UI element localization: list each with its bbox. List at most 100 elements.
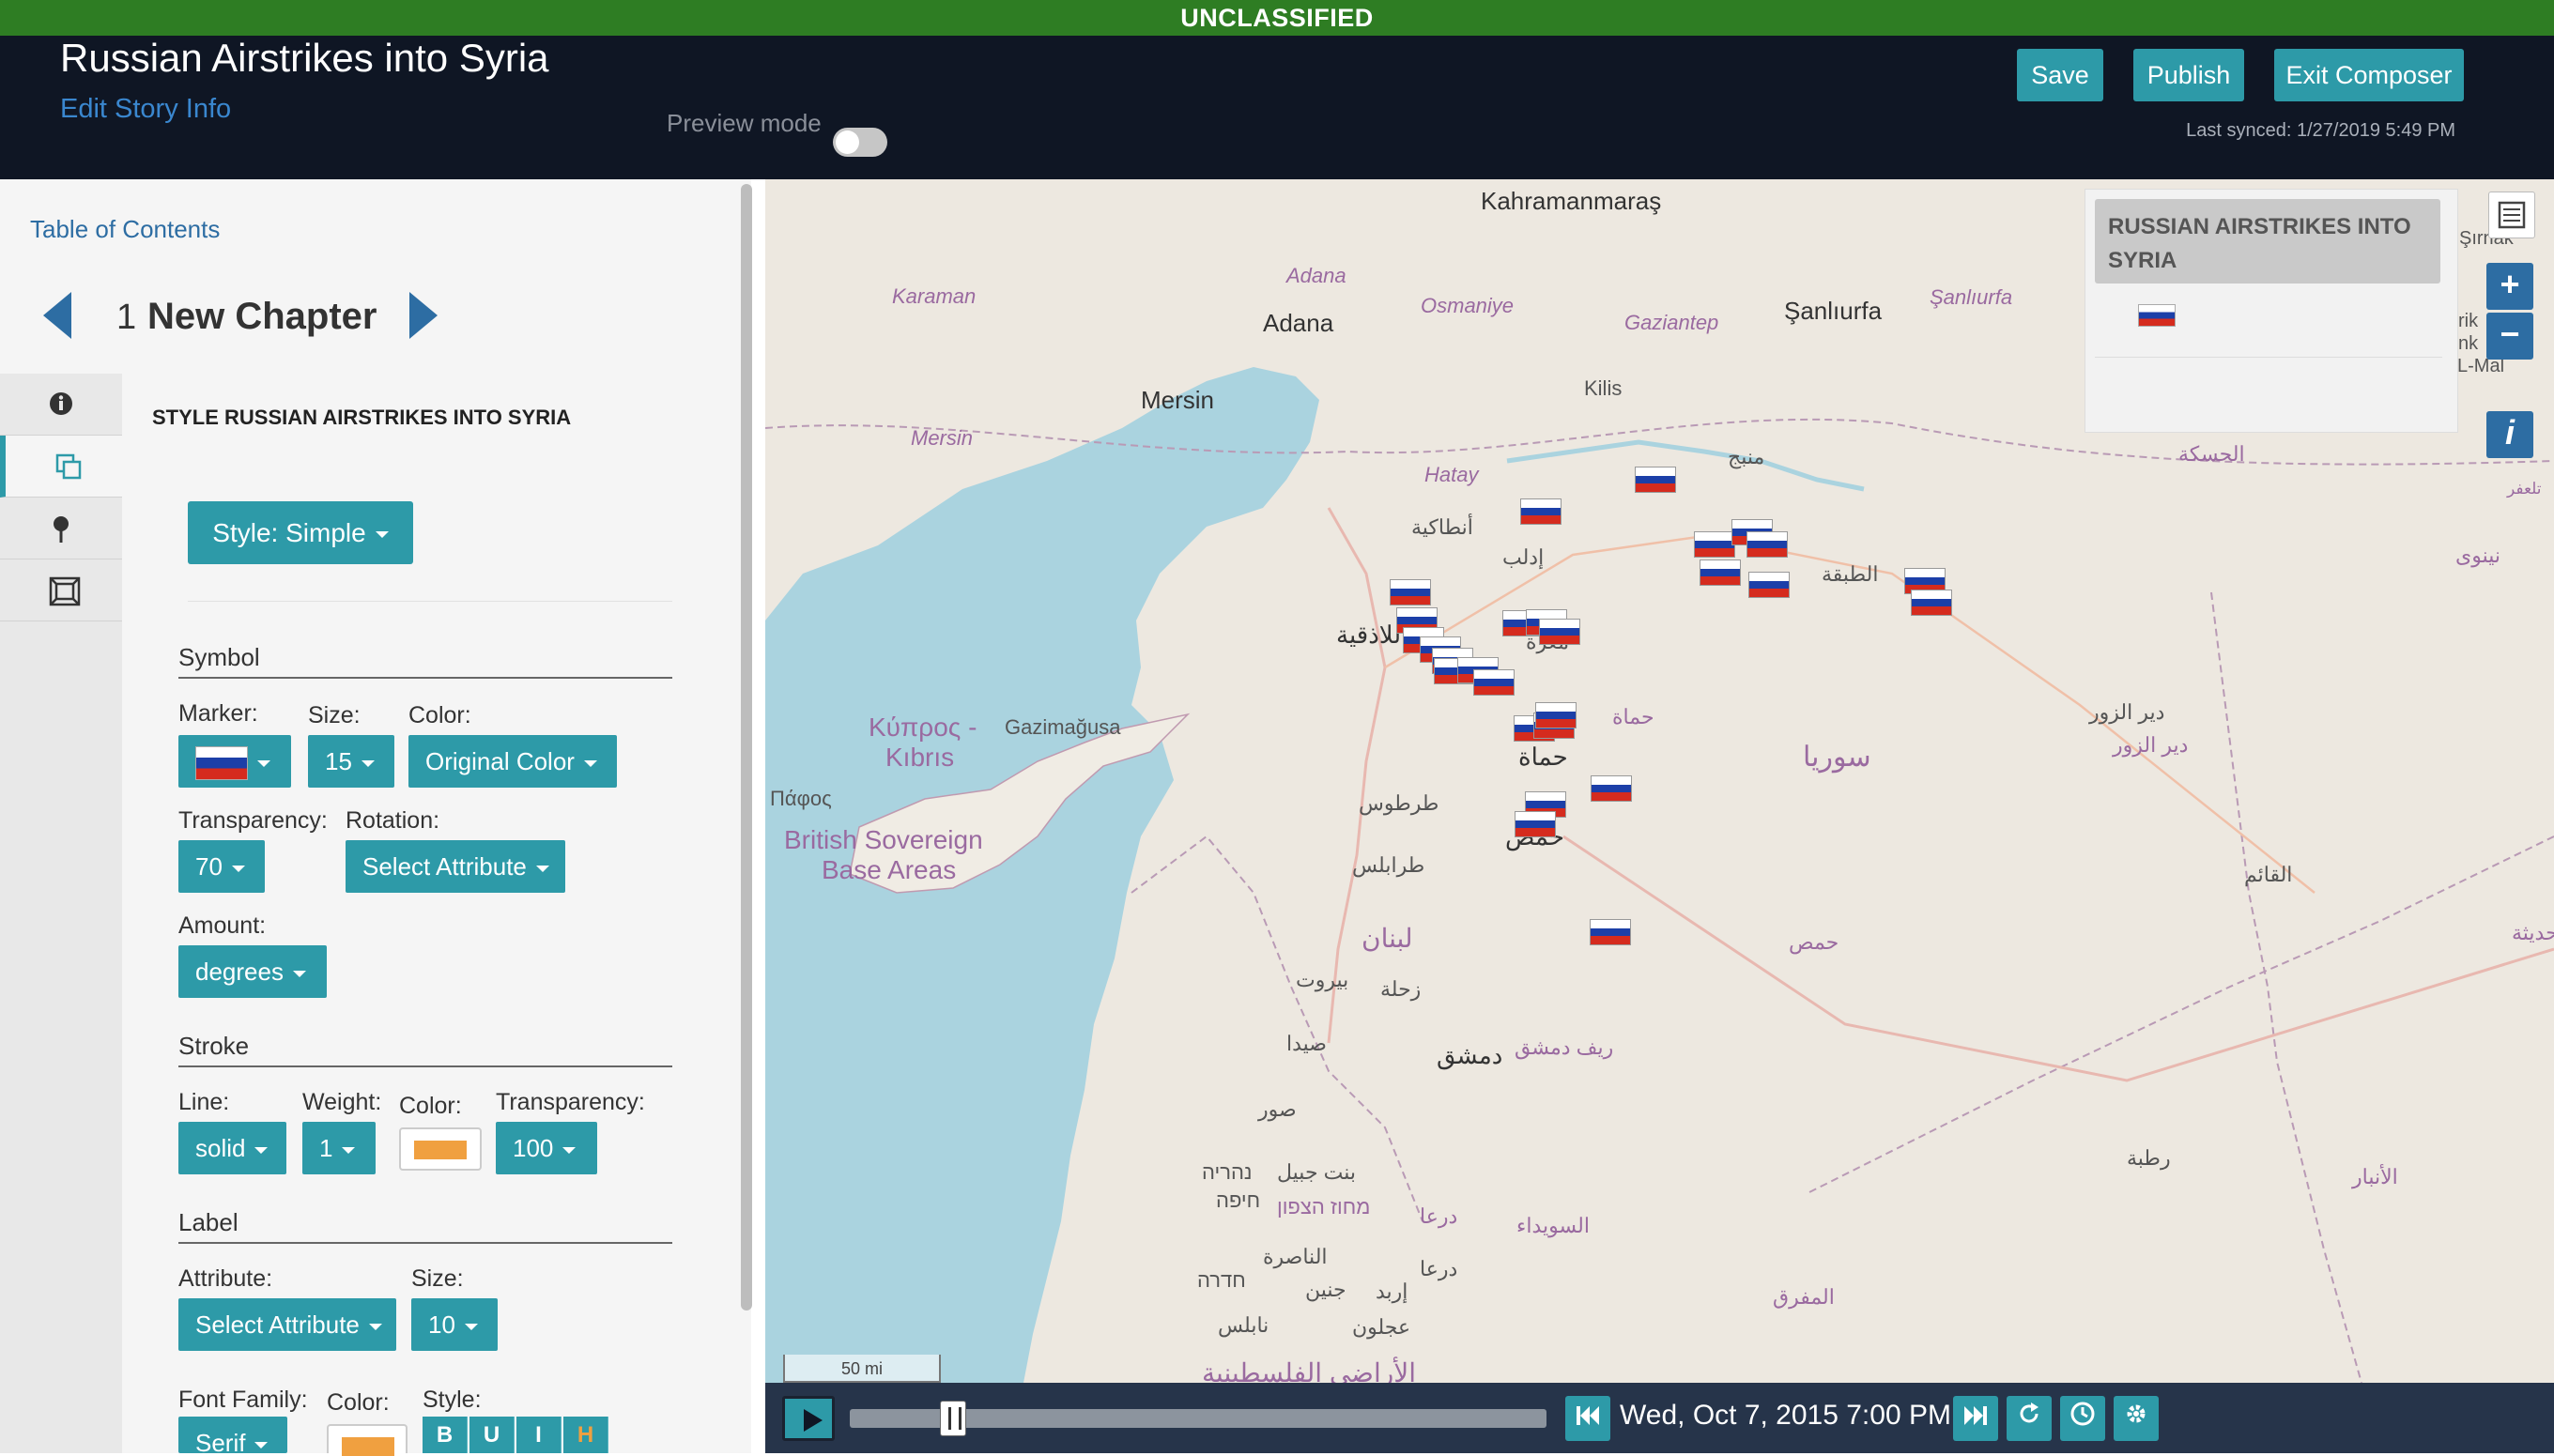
save-button[interactable]: Save [2017, 49, 2103, 101]
stroke-transparency-dropdown[interactable]: 100 [496, 1122, 597, 1174]
label-size-value: 10 [428, 1310, 455, 1339]
chevron-down-icon [342, 1146, 356, 1154]
airstrike-marker-flag-icon[interactable] [1390, 579, 1431, 605]
last-synced-text: Last synced: 1/27/2019 5:49 PM [2186, 120, 2455, 141]
chevron-down-icon [464, 1323, 478, 1330]
russia-flag-icon [195, 746, 248, 781]
exit-composer-button[interactable]: Exit Composer [2274, 49, 2464, 101]
map-label: Κύπρος - [869, 713, 977, 742]
rotation-label: Rotation: [346, 807, 440, 834]
map-label: بنت جبيل [1277, 1160, 1357, 1184]
next-chapter-arrow-icon[interactable] [409, 292, 438, 339]
tab-info[interactable] [0, 374, 122, 436]
zoom-in-button[interactable]: + [2486, 263, 2533, 310]
underline-button[interactable]: U [469, 1417, 515, 1453]
chevron-down-icon [361, 759, 375, 767]
timeline-slider-handle[interactable] [940, 1401, 966, 1436]
label-attribute-dropdown[interactable]: Select Attribute [178, 1298, 396, 1351]
airstrike-marker-flag-icon[interactable] [1748, 572, 1790, 598]
info-button[interactable]: i [2486, 411, 2533, 458]
weight-dropdown[interactable]: 1 [302, 1122, 376, 1174]
style-type-dropdown[interactable]: Style: Simple [188, 501, 413, 564]
skip-forward-icon [1964, 1406, 1987, 1425]
color-label: Color: [408, 702, 471, 728]
line-dropdown[interactable]: solid [178, 1122, 286, 1174]
previous-chapter-arrow-icon[interactable] [43, 292, 71, 339]
label-size-dropdown[interactable]: 10 [411, 1298, 498, 1351]
syria-iraq-border [2210, 591, 2362, 1383]
tab-layers[interactable] [0, 436, 122, 498]
map-label: جنين [1305, 1278, 1346, 1301]
label-color-picker[interactable] [327, 1424, 408, 1456]
table-of-contents-link[interactable]: Table of Contents [30, 215, 220, 244]
settings-button[interactable] [2114, 1396, 2159, 1441]
weight-value: 1 [319, 1134, 333, 1162]
tab-frame[interactable] [0, 559, 122, 621]
timeline-datetime: Wed, Oct 7, 2015 7:00 PM [1620, 1400, 1951, 1431]
font-family-dropdown[interactable]: Serif [178, 1417, 287, 1453]
chapter-number: 1 [116, 298, 137, 337]
bold-button[interactable]: B [423, 1417, 468, 1453]
map-label: نابلس [1218, 1313, 1269, 1337]
airstrike-marker-flag-icon[interactable] [1746, 531, 1788, 558]
airstrike-marker-flag-icon[interactable] [1520, 498, 1562, 525]
airstrike-marker-flag-icon[interactable] [1539, 619, 1580, 645]
airstrike-marker-flag-icon[interactable] [1473, 669, 1515, 696]
edit-story-info-link[interactable]: Edit Story Info [60, 94, 231, 125]
timeline-slider[interactable] [850, 1401, 1546, 1436]
tab-map-pin[interactable] [0, 498, 122, 559]
chapter-name[interactable]: New Chapter [147, 296, 377, 338]
marker-dropdown[interactable] [178, 735, 291, 788]
map-label: حمص [1789, 930, 1839, 954]
time-settings-button[interactable] [2060, 1396, 2105, 1441]
halo-button[interactable]: H [563, 1417, 608, 1453]
italic-button[interactable]: I [516, 1417, 562, 1453]
color-dropdown[interactable]: Original Color [408, 735, 617, 788]
size-label: Size: [308, 702, 361, 728]
toggle-knob [836, 130, 859, 154]
preview-mode-toggle[interactable] [833, 128, 887, 157]
transparency-dropdown[interactable]: 70 [178, 840, 265, 893]
map-legend: RUSSIAN AIRSTRIKES INTO SYRIA [2085, 189, 2458, 433]
timeline-bar: Wed, Oct 7, 2015 7:00 PM [765, 1383, 2554, 1453]
map-label: طرطوس [1359, 791, 1439, 815]
airstrike-marker-flag-icon[interactable] [1535, 702, 1577, 728]
map-label: رطبة [2127, 1146, 2171, 1170]
map-label: لبنان [1362, 924, 1413, 953]
map-label: Gazimağusa [1005, 715, 1121, 739]
stroke-color-picker[interactable] [399, 1127, 482, 1171]
airstrike-marker-flag-icon[interactable] [1635, 467, 1676, 493]
airstrike-marker-flag-icon[interactable] [1700, 559, 1741, 586]
size-dropdown[interactable]: 15 [308, 735, 394, 788]
weight-label: Weight: [302, 1089, 382, 1115]
skip-forward-button[interactable] [1953, 1396, 1998, 1441]
map-label: حماة [1518, 743, 1568, 771]
map-label: تلعفر [2507, 480, 2542, 498]
map-label: Base Areas [822, 855, 957, 884]
publish-button[interactable]: Publish [2133, 49, 2244, 101]
zoom-out-button[interactable]: − [2486, 313, 2533, 360]
airstrike-marker-flag-icon[interactable] [1911, 590, 1952, 616]
font-family-label: Font Family: [178, 1387, 308, 1413]
airstrike-marker-flag-icon[interactable] [1591, 775, 1632, 802]
map-label: إربد [1376, 1280, 1408, 1303]
airstrike-marker-flag-icon[interactable] [1590, 919, 1631, 945]
transparency-label: Transparency: [178, 807, 328, 834]
rotation-dropdown[interactable]: Select Attribute [346, 840, 565, 893]
play-button[interactable] [782, 1396, 835, 1441]
amount-dropdown[interactable]: degrees [178, 945, 327, 998]
info-icon [50, 392, 72, 415]
road-line [1327, 507, 1387, 1044]
sidebar-scrollbar[interactable] [741, 184, 752, 1310]
app-header: Russian Airstrikes into Syria Edit Story… [0, 36, 2554, 179]
skip-back-button[interactable] [1565, 1396, 1610, 1441]
airstrike-marker-flag-icon[interactable] [1515, 811, 1556, 837]
label-heading: Label [178, 1208, 672, 1244]
legend-toggle-button[interactable] [2488, 192, 2535, 238]
airstrike-marker-flag-icon[interactable] [1694, 531, 1735, 558]
loop-button[interactable] [2007, 1396, 2052, 1441]
sidebar-tab-strip [0, 374, 122, 1453]
amount-value: degrees [195, 958, 284, 986]
map-label: الحسكة [2178, 442, 2245, 466]
line-label: Line: [178, 1089, 230, 1115]
